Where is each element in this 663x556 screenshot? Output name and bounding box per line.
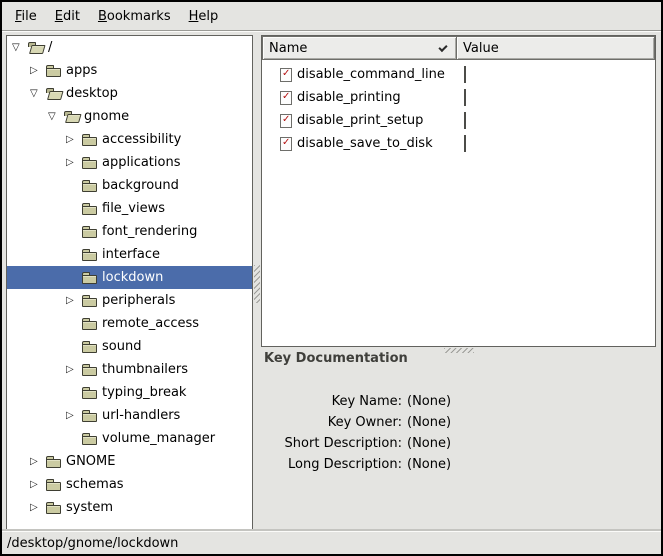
column-header-value[interactable]: Value	[457, 36, 655, 60]
expander-collapsed-icon[interactable]: ▷	[30, 450, 46, 473]
tree-item-root[interactable]: ▽ /	[7, 36, 252, 59]
tree-item-thumbnailers[interactable]: ▷ thumbnailers	[7, 358, 252, 381]
tree-item-peripherals[interactable]: ▷ peripherals	[7, 289, 252, 312]
menubar: File Edit Bookmarks Help	[2, 2, 661, 31]
divider-grip-icon[interactable]	[254, 265, 260, 303]
key-row-disable-print-setup[interactable]: disable_print_setup	[262, 109, 655, 132]
key-row-disable-save-to-disk[interactable]: disable_save_to_disk	[262, 132, 655, 155]
expander-collapsed-icon[interactable]: ▷	[30, 473, 46, 496]
tree-item-typing-break[interactable]: typing_break	[7, 381, 252, 404]
key-list: Name Value disable_command_line disable_…	[261, 35, 656, 347]
folder-icon	[82, 225, 101, 239]
folder-icon	[82, 432, 101, 446]
folder-icon	[46, 501, 65, 515]
column-header-name[interactable]: Name	[262, 36, 457, 60]
folder-icon	[82, 248, 101, 262]
expander-collapsed-icon[interactable]: ▷	[30, 496, 46, 519]
doc-field-key-name: Key Name: (None)	[261, 391, 659, 412]
folder-icon	[46, 64, 65, 78]
sort-descending-icon	[439, 45, 447, 50]
key-list-header: Name Value	[262, 36, 655, 60]
boolean-key-icon	[280, 114, 292, 128]
value-checkbox[interactable]	[464, 89, 466, 106]
folder-icon	[82, 202, 101, 216]
boolean-key-icon	[280, 68, 292, 82]
boolean-key-icon	[280, 91, 292, 105]
folder-icon	[82, 179, 101, 193]
menu-edit[interactable]: Edit	[46, 5, 89, 28]
tree-item-system[interactable]: ▷ system	[7, 496, 252, 519]
value-checkbox[interactable]	[464, 66, 466, 83]
tree-item-lockdown[interactable]: lockdown	[7, 266, 252, 289]
folder-icon	[82, 340, 101, 354]
boolean-key-icon	[280, 137, 292, 151]
folder-icon	[82, 133, 101, 147]
key-documentation-title: Key Documentation	[261, 351, 659, 366]
tree-item-accessibility[interactable]: ▷ accessibility	[7, 128, 252, 151]
tree-item-desktop[interactable]: ▽ desktop	[7, 82, 252, 105]
gconf-editor-window: File Edit Bookmarks Help ▽ / ▷ apps ▽ de…	[0, 0, 663, 556]
tree-item-interface[interactable]: interface	[7, 243, 252, 266]
expander-collapsed-icon[interactable]: ▷	[66, 358, 82, 381]
menu-help[interactable]: Help	[180, 5, 228, 28]
tree-item-volume-manager[interactable]: volume_manager	[7, 427, 252, 450]
folder-icon	[82, 156, 101, 170]
statusbar: /desktop/gnome/lockdown	[2, 531, 661, 554]
doc-field-short-description: Short Description: (None)	[261, 433, 659, 454]
expander-expanded-icon[interactable]: ▽	[30, 82, 46, 105]
expander-collapsed-icon[interactable]: ▷	[66, 404, 82, 427]
folder-open-icon	[64, 110, 83, 124]
tree-item-apps[interactable]: ▷ apps	[7, 59, 252, 82]
folder-icon	[82, 317, 101, 331]
key-documentation-pane: Key Documentation Key Name: (None) Key O…	[261, 351, 659, 531]
expander-collapsed-icon[interactable]: ▷	[66, 289, 82, 312]
tree-item-font-rendering[interactable]: font_rendering	[7, 220, 252, 243]
expander-expanded-icon[interactable]: ▽	[48, 105, 64, 128]
key-row-disable-printing[interactable]: disable_printing	[262, 86, 655, 109]
value-checkbox[interactable]	[464, 135, 466, 152]
tree-item-gnome-caps[interactable]: ▷ GNOME	[7, 450, 252, 473]
tree-item-applications[interactable]: ▷ applications	[7, 151, 252, 174]
folder-icon	[46, 478, 65, 492]
expander-collapsed-icon[interactable]: ▷	[66, 128, 82, 151]
pane-divider-vertical[interactable]	[253, 35, 261, 530]
tree-item-background[interactable]: background	[7, 174, 252, 197]
tree-item-schemas[interactable]: ▷ schemas	[7, 473, 252, 496]
expander-expanded-icon[interactable]: ▽	[12, 36, 28, 59]
folder-open-icon	[28, 41, 47, 55]
tree-item-sound[interactable]: sound	[7, 335, 252, 358]
doc-field-long-description: Long Description: (None)	[261, 454, 659, 475]
config-tree: ▽ / ▷ apps ▽ desktop ▽ gnome ▷ accessibi…	[6, 35, 253, 530]
doc-field-key-owner: Key Owner: (None)	[261, 412, 659, 433]
folder-open-icon	[46, 87, 65, 101]
folder-icon	[82, 294, 101, 308]
folder-icon	[46, 455, 65, 469]
folder-icon	[82, 271, 101, 285]
expander-collapsed-icon[interactable]: ▷	[30, 59, 46, 82]
tree-item-gnome[interactable]: ▽ gnome	[7, 105, 252, 128]
folder-icon	[82, 409, 101, 423]
key-row-disable-command-line[interactable]: disable_command_line	[262, 63, 655, 86]
value-checkbox[interactable]	[464, 112, 466, 129]
tree-item-remote-access[interactable]: remote_access	[7, 312, 252, 335]
menu-file[interactable]: File	[6, 5, 46, 28]
menu-bookmarks[interactable]: Bookmarks	[89, 5, 180, 28]
tree-item-url-handlers[interactable]: ▷ url-handlers	[7, 404, 252, 427]
folder-icon	[82, 386, 101, 400]
folder-icon	[82, 363, 101, 377]
current-path: /desktop/gnome/lockdown	[7, 536, 178, 551]
expander-collapsed-icon[interactable]: ▷	[66, 151, 82, 174]
tree-item-file-views[interactable]: file_views	[7, 197, 252, 220]
